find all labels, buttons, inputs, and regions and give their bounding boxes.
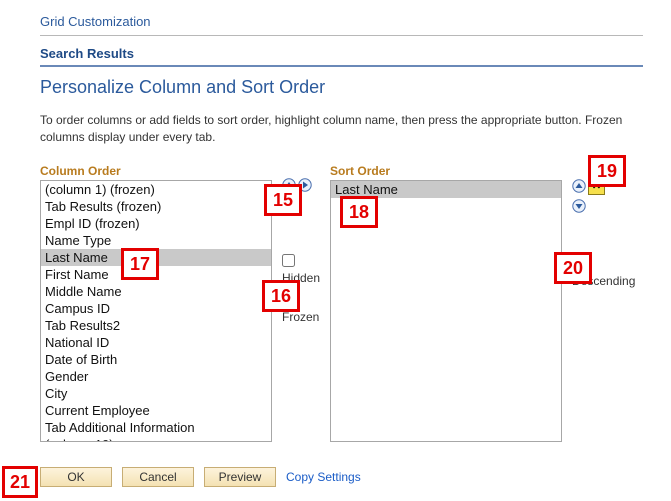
column-order-listbox[interactable]: (column 1) (frozen)Tab Results (frozen)E… <box>40 180 272 442</box>
remove-sort-icon[interactable]: ✕ <box>588 178 605 195</box>
column-order-controls: Hidden Frozen <box>282 164 320 324</box>
section-underline <box>40 65 643 67</box>
hidden-label: Hidden <box>282 271 320 285</box>
copy-settings-link[interactable]: Copy Settings <box>286 470 361 484</box>
move-up-icon[interactable] <box>282 178 296 192</box>
ok-button[interactable]: OK <box>40 467 112 487</box>
column-order-item[interactable]: First Name <box>41 266 271 283</box>
sort-order-header: Sort Order <box>330 164 562 178</box>
column-order-panel: Column Order (column 1) (frozen)Tab Resu… <box>40 164 272 442</box>
column-order-item[interactable]: Tab Additional Information <box>41 419 271 436</box>
column-order-item[interactable]: Tab Results2 <box>41 317 271 334</box>
frozen-checkbox[interactable] <box>282 293 295 306</box>
sort-move-up-icon[interactable] <box>572 179 586 193</box>
sort-order-listbox[interactable]: Last Name <box>330 180 562 442</box>
column-order-item[interactable]: Name Type <box>41 232 271 249</box>
cancel-button[interactable]: Cancel <box>122 467 194 487</box>
page-title: Personalize Column and Sort Order <box>40 77 671 98</box>
column-order-item[interactable]: Gender <box>41 368 271 385</box>
descending-checkbox[interactable] <box>572 257 585 270</box>
column-order-item[interactable]: Current Employee <box>41 402 271 419</box>
hidden-checkbox[interactable] <box>282 254 295 267</box>
sort-order-panel: Sort Order Last Name <box>330 164 562 442</box>
descending-label: Descending <box>572 274 635 288</box>
move-right-icon[interactable] <box>298 178 312 192</box>
callout-21: 21 <box>2 466 38 498</box>
column-order-item[interactable]: City <box>41 385 271 402</box>
sort-move-down-icon[interactable] <box>572 199 586 213</box>
sort-order-controls: ✕ Descending <box>572 164 635 288</box>
move-down-icon[interactable] <box>282 196 296 210</box>
column-order-item[interactable]: Last Name <box>41 249 271 266</box>
button-bar: OK Cancel Preview Copy Settings <box>40 467 361 487</box>
column-order-item[interactable]: (column 19) <box>41 436 271 442</box>
column-order-header: Column Order <box>40 164 272 178</box>
column-order-item[interactable]: Campus ID <box>41 300 271 317</box>
column-order-options: Hidden Frozen <box>282 254 320 324</box>
preview-button[interactable]: Preview <box>204 467 276 487</box>
column-order-item[interactable]: Middle Name <box>41 283 271 300</box>
instructions-text: To order columns or add fields to sort o… <box>40 112 631 146</box>
tab-grid-customization[interactable]: Grid Customization <box>40 10 151 35</box>
column-order-item[interactable]: Date of Birth <box>41 351 271 368</box>
sort-order-options: Descending <box>572 257 635 288</box>
sort-order-item[interactable]: Last Name <box>331 181 561 198</box>
frozen-label: Frozen <box>282 310 319 324</box>
column-order-item[interactable]: Tab Results (frozen) <box>41 198 271 215</box>
column-order-item[interactable]: (column 1) (frozen) <box>41 181 271 198</box>
column-order-item[interactable]: National ID <box>41 334 271 351</box>
section-title-search-results: Search Results <box>40 46 671 61</box>
column-order-item[interactable]: Empl ID (frozen) <box>41 215 271 232</box>
